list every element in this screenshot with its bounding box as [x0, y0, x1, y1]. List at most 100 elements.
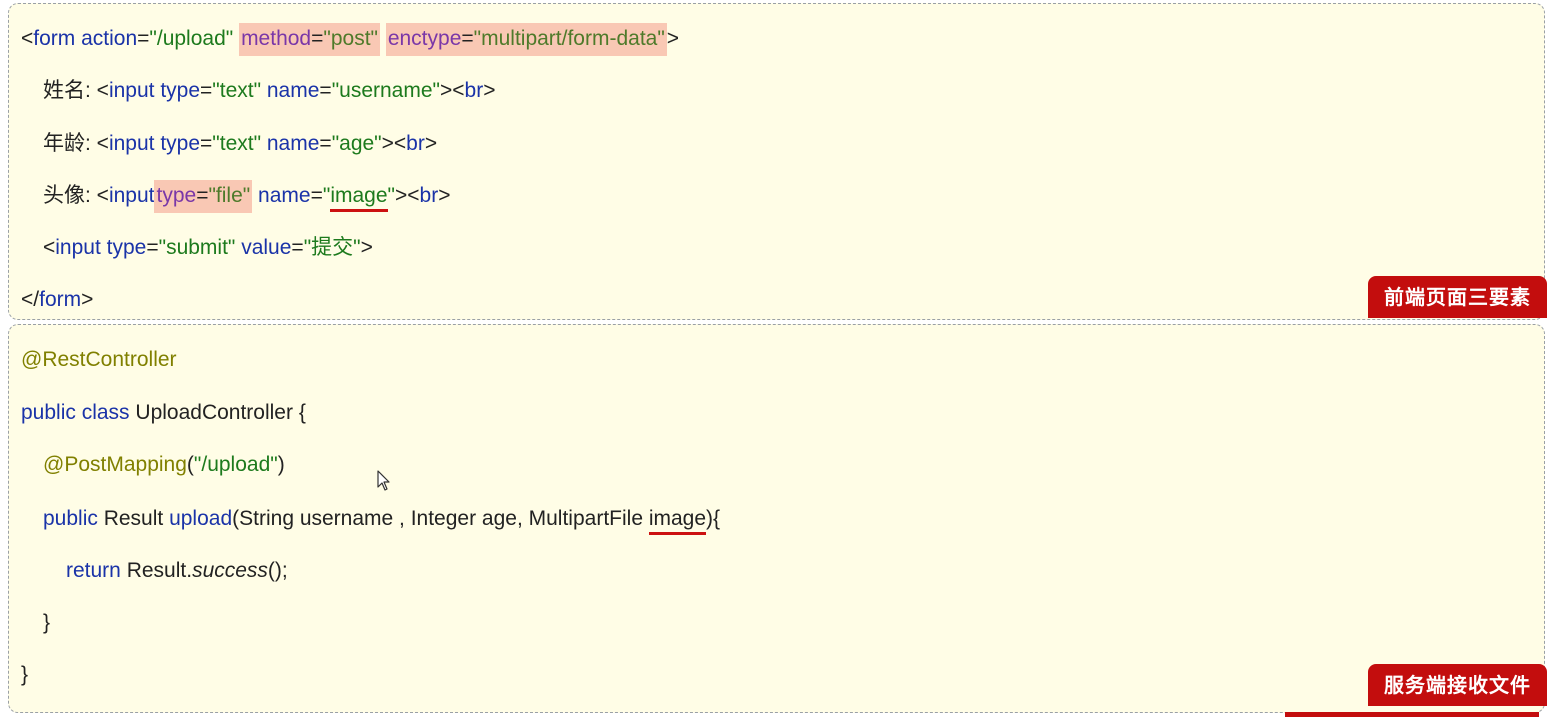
field-label: 头像: [43, 184, 97, 207]
code-token: name [261, 132, 320, 155]
code-token: method [241, 27, 312, 50]
code-token: "text" [212, 79, 262, 102]
code-line-form-close: </form> [21, 285, 93, 315]
code-token: "multipart/form-data" [473, 27, 665, 50]
code-token: ) [277, 453, 285, 476]
code-line-form-open: <form action="/upload" method="post" enc… [21, 23, 680, 56]
code-token: Result. [120, 559, 193, 582]
code-token: form [39, 288, 82, 311]
code-line-mapping: @PostMapping("/upload") [43, 450, 285, 480]
code-token: input [108, 132, 155, 155]
code-token: upload [169, 507, 233, 530]
code-token: type [156, 184, 197, 207]
code-token: } [43, 611, 51, 634]
code-token: (); [267, 559, 288, 582]
code-token: = [137, 27, 150, 50]
code-token: input [108, 79, 155, 102]
code-token: type [154, 132, 201, 155]
code-token: = [319, 79, 332, 102]
code-token: br [406, 132, 425, 155]
code-token: action [75, 27, 138, 50]
code-token: } [21, 663, 29, 686]
image-param-underlined: image [648, 507, 707, 535]
code-token: "/upload" [193, 453, 278, 476]
code-token: < [96, 79, 109, 102]
code-token: < [96, 132, 109, 155]
type-file-highlight: type="file" [154, 180, 253, 213]
code-token: value [235, 236, 292, 259]
badge-strip [1285, 712, 1539, 717]
code-token: = [196, 184, 209, 207]
code-token: name [261, 79, 320, 102]
code-token: = [461, 27, 474, 50]
code-token: input [55, 236, 101, 259]
code-line-submit: <input type="submit" value="提交"> [43, 233, 373, 263]
method-highlight: method="post" [239, 23, 380, 56]
code-token: "file" [208, 184, 251, 207]
code-token: </ [21, 288, 40, 311]
code-token: > [438, 184, 451, 207]
code-line-return: return Result.success(); [66, 556, 288, 586]
code-token: type [100, 236, 147, 259]
code-token: > [81, 288, 94, 311]
code-token: "submit" [158, 236, 236, 259]
code-line-method-close: } [43, 608, 50, 638]
code-line-class-close: } [21, 660, 28, 690]
code-token: @RestController [21, 348, 177, 371]
image-name-underlined: image [330, 184, 388, 212]
code-token: " [387, 184, 395, 207]
code-token: < [43, 236, 56, 259]
code-line-class: public class UploadController { [21, 398, 306, 428]
code-token: public class [21, 401, 130, 424]
code-token: "age" [331, 132, 382, 155]
code-token: ){ [706, 507, 721, 530]
code-token: = [291, 236, 304, 259]
code-token: >< [381, 132, 407, 155]
code-token: input [108, 184, 155, 207]
code-token: (String username , Integer age, Multipar… [232, 507, 649, 530]
code-token: "/upload" [149, 27, 234, 50]
code-token: Result [97, 507, 170, 530]
code-token: >< [395, 184, 420, 207]
frontend-badge: 前端页面三要素 [1368, 276, 1547, 318]
code-token: > [483, 79, 496, 102]
code-token: @PostMapping [43, 453, 187, 476]
code-token: > [360, 236, 373, 259]
code-token: >< [439, 79, 465, 102]
code-token: = [146, 236, 159, 259]
field-label: 年龄: [43, 132, 97, 155]
code-token: return [66, 559, 121, 582]
code-token: name [252, 184, 311, 207]
server-code-panel: @RestController public class UploadContr… [8, 324, 1545, 713]
code-token: type [154, 79, 201, 102]
code-token: "text" [212, 132, 262, 155]
code-token: "username" [331, 79, 440, 102]
code-line-age: 年龄: <input type="text" name="age"><br> [43, 129, 437, 159]
code-token: = [200, 79, 213, 102]
frontend-code-panel: <form action="/upload" method="post" enc… [8, 3, 1545, 320]
code-token: form [33, 27, 76, 50]
code-line-image: 头像: <inputtype="file" name="image"><br> [43, 180, 451, 213]
code-token: = [310, 184, 323, 207]
code-token: = [319, 132, 332, 155]
code-token: > [424, 132, 438, 155]
code-token: UploadController { [129, 401, 306, 424]
code-token: br [464, 79, 484, 102]
mouse-cursor-icon [377, 470, 390, 491]
code-token: ( [186, 453, 194, 476]
server-badge: 服务端接收文件 [1368, 664, 1547, 706]
field-label: 姓名: [43, 79, 97, 102]
code-token: "post" [323, 27, 378, 50]
code-token: = [200, 132, 213, 155]
code-token: < [96, 184, 109, 207]
code-token: > [666, 27, 680, 50]
code-token: enctype [387, 27, 462, 50]
code-token: = [311, 27, 324, 50]
enctype-highlight: enctype="multipart/form-data" [385, 23, 667, 56]
code-token: success [192, 559, 268, 582]
code-token: "提交" [303, 236, 361, 259]
code-token: public [43, 507, 98, 530]
code-token: < [21, 27, 34, 50]
code-token: br [419, 184, 439, 207]
